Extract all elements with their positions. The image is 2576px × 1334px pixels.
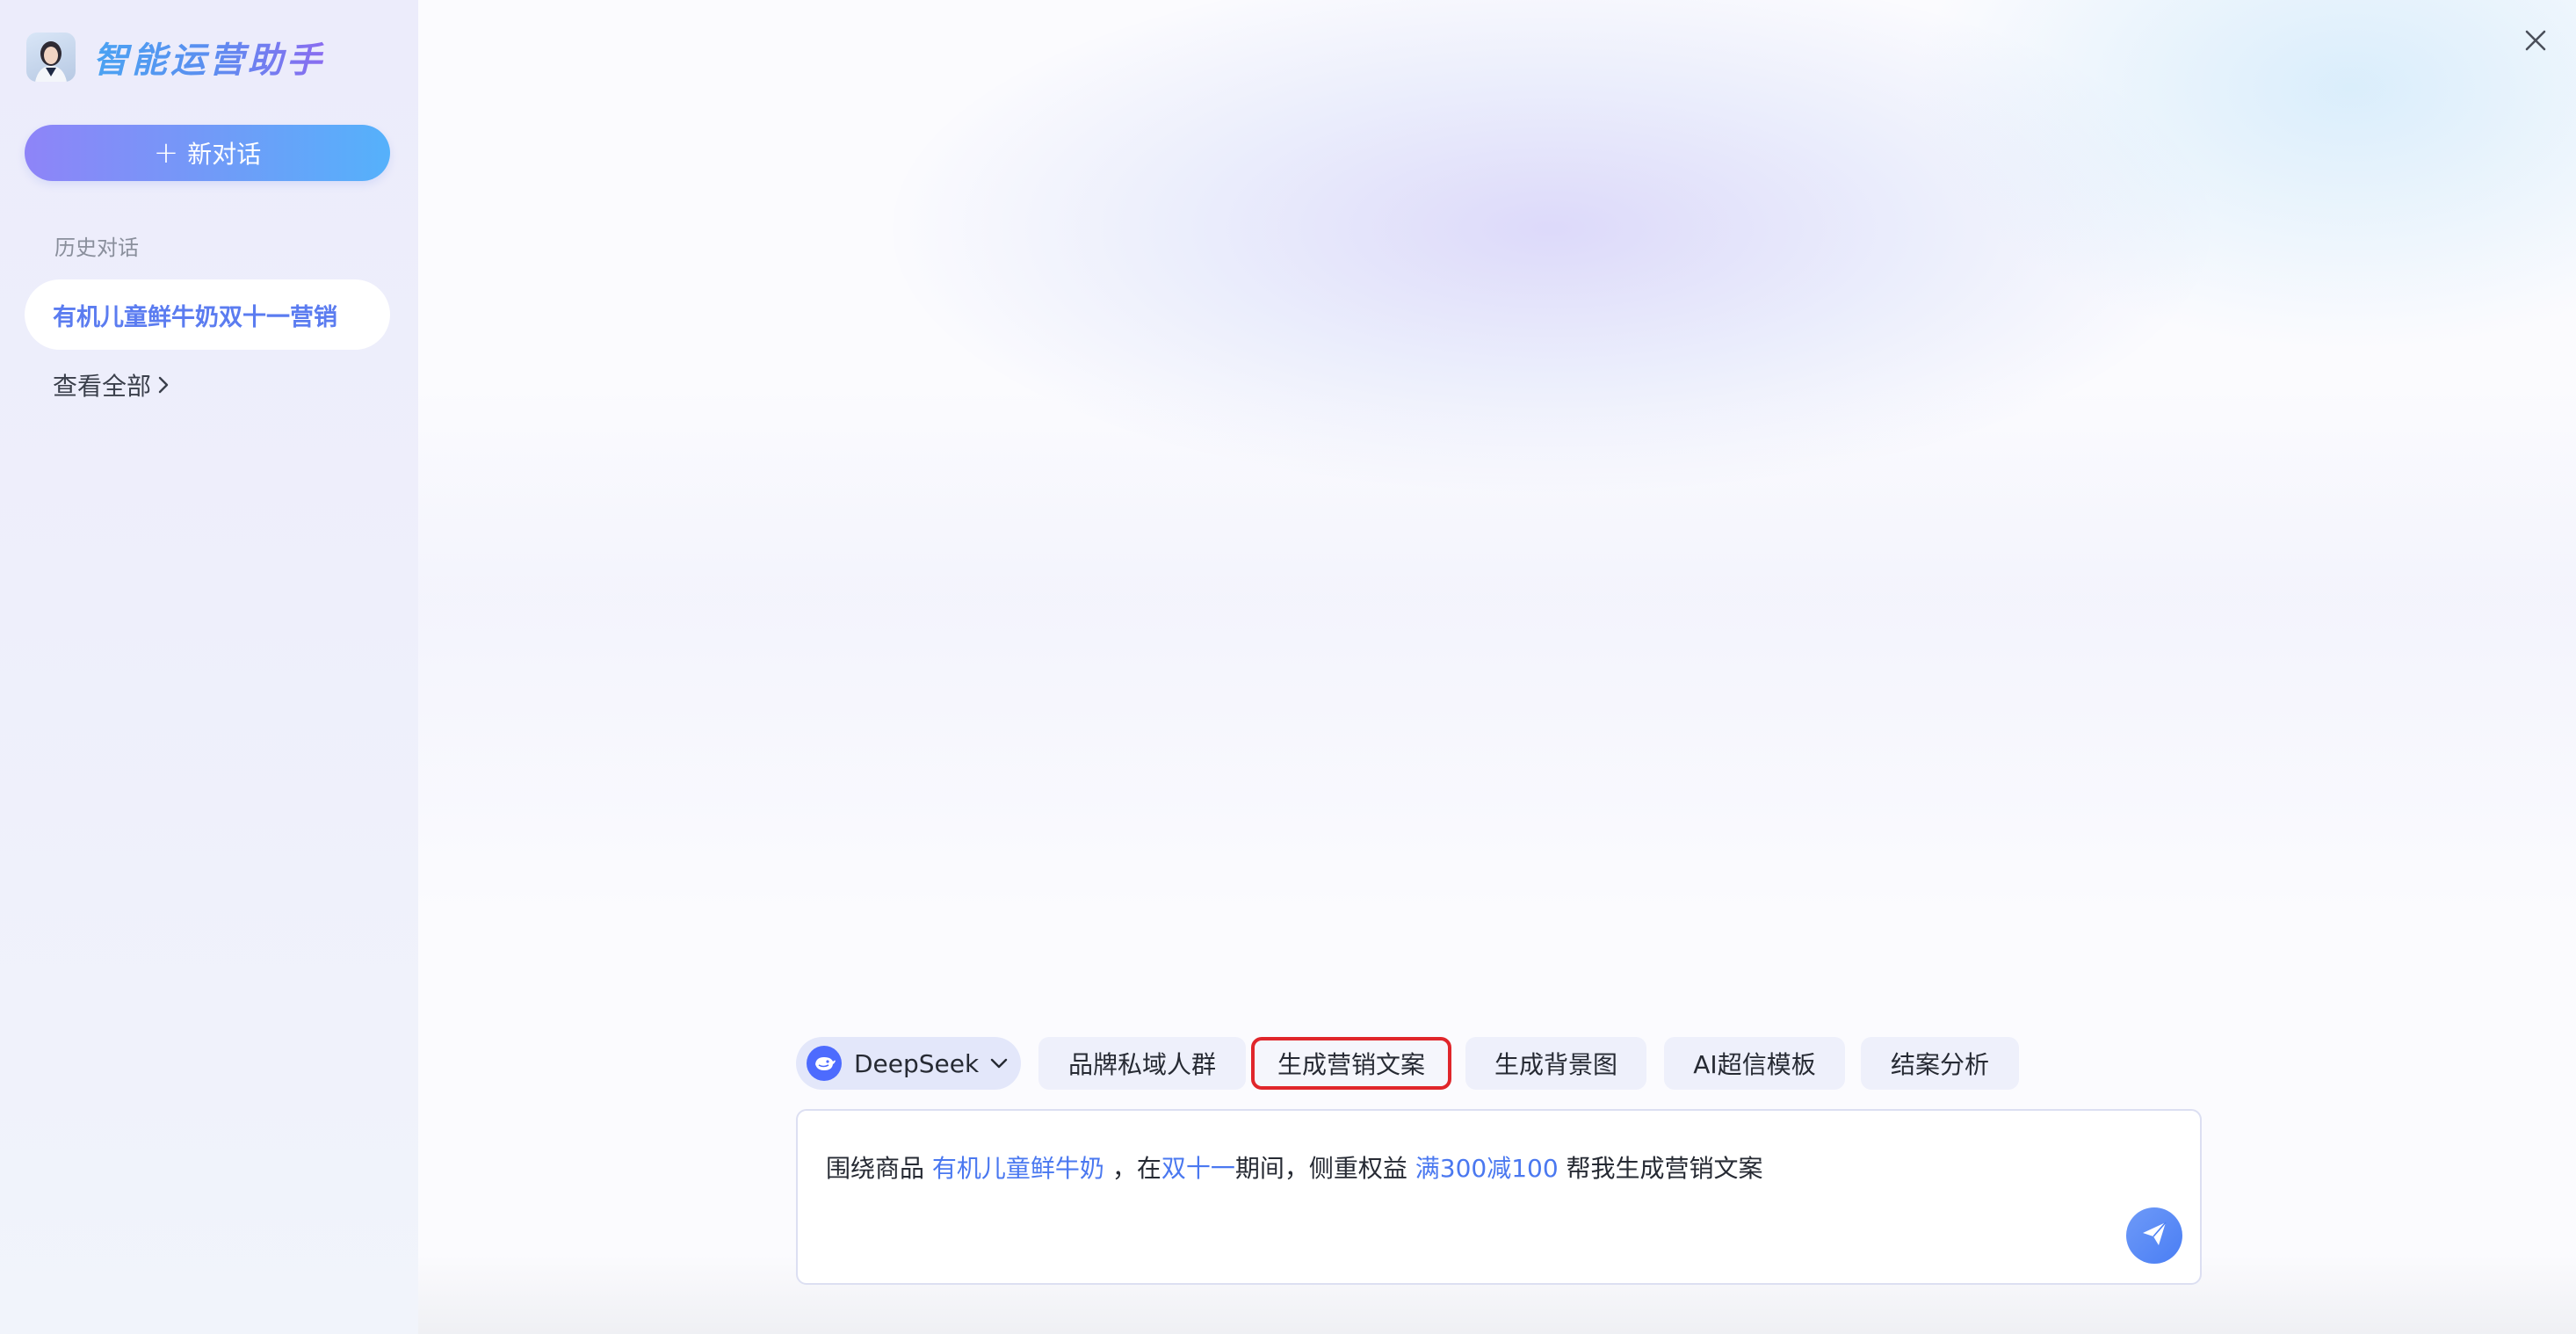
- new-chat-button[interactable]: + 新对话: [25, 125, 390, 181]
- prompt-text[interactable]: 围绕商品 有机儿童鲜牛奶 ，在双十一期间，侧重权益 满300减100 帮我生成营…: [826, 1149, 1763, 1185]
- close-button[interactable]: [2516, 23, 2555, 62]
- history-section-label: 历史对话: [54, 236, 139, 260]
- chip-generate-copy[interactable]: 生成营销文案: [1251, 1037, 1451, 1090]
- chip-generate-background[interactable]: 生成背景图: [1465, 1037, 1646, 1090]
- chip-label: 结案分析: [1890, 1050, 1989, 1079]
- prompt-input[interactable]: 围绕商品 有机儿童鲜牛奶 ，在双十一期间，侧重权益 满300减100 帮我生成营…: [796, 1109, 2202, 1285]
- plus-icon: +: [153, 135, 179, 170]
- model-selector[interactable]: DeepSeek: [796, 1037, 1021, 1090]
- chip-label: 品牌私域人群: [1067, 1050, 1216, 1079]
- history-item-label: 有机儿童鲜牛奶双十一营销: [53, 303, 337, 331]
- prompt-segment: 围绕商品: [826, 1154, 932, 1183]
- assistant-avatar: [26, 33, 76, 82]
- benefit-variable[interactable]: 满300减100: [1415, 1154, 1559, 1183]
- close-icon: [2523, 28, 2548, 56]
- deepseek-whale-icon: [807, 1046, 842, 1081]
- app-title: 智能运营助手: [93, 32, 325, 83]
- sidebar: 智能运营助手 + 新对话 历史对话 有机儿童鲜牛奶双十一营销 查看全部: [0, 0, 418, 1334]
- prompt-segment: 帮我生成营销文案: [1558, 1154, 1763, 1183]
- view-all-label: 查看全部: [53, 372, 152, 401]
- prompt-segment: 期间，侧重权益: [1234, 1154, 1415, 1183]
- app-window: 智能运营助手 + 新对话 历史对话 有机儿童鲜牛奶双十一营销 查看全部 Deep…: [0, 0, 2576, 1334]
- main-area: DeepSeek 品牌私域人群 生成营销文案 生成背景图 AI超信模板 结案分析: [418, 0, 2576, 1334]
- model-label: DeepSeek: [854, 1048, 980, 1078]
- chip-label: 生成背景图: [1494, 1050, 1617, 1079]
- chip-ai-template[interactable]: AI超信模板: [1664, 1037, 1845, 1090]
- send-button[interactable]: [2126, 1207, 2182, 1264]
- event-variable[interactable]: 双十一: [1161, 1154, 1235, 1183]
- chevron-down-icon: [989, 1057, 1009, 1069]
- chip-label: AI超信模板: [1693, 1050, 1816, 1079]
- view-all-link[interactable]: 查看全部: [53, 367, 170, 402]
- prompt-segment: ，在: [1103, 1154, 1161, 1183]
- send-icon: [2139, 1219, 2169, 1252]
- product-variable[interactable]: 有机儿童鲜牛奶: [932, 1154, 1104, 1183]
- new-chat-label: 新对话: [187, 140, 262, 169]
- background-glow: [418, 387, 2576, 914]
- chip-brand-audience[interactable]: 品牌私域人群: [1038, 1037, 1246, 1090]
- chevron-right-icon: [156, 374, 170, 395]
- brand: 智能运营助手: [26, 30, 325, 84]
- history-item[interactable]: 有机儿童鲜牛奶双十一营销: [25, 279, 390, 350]
- chip-closing-analysis[interactable]: 结案分析: [1861, 1037, 2019, 1090]
- chip-label: 生成营销文案: [1277, 1050, 1425, 1079]
